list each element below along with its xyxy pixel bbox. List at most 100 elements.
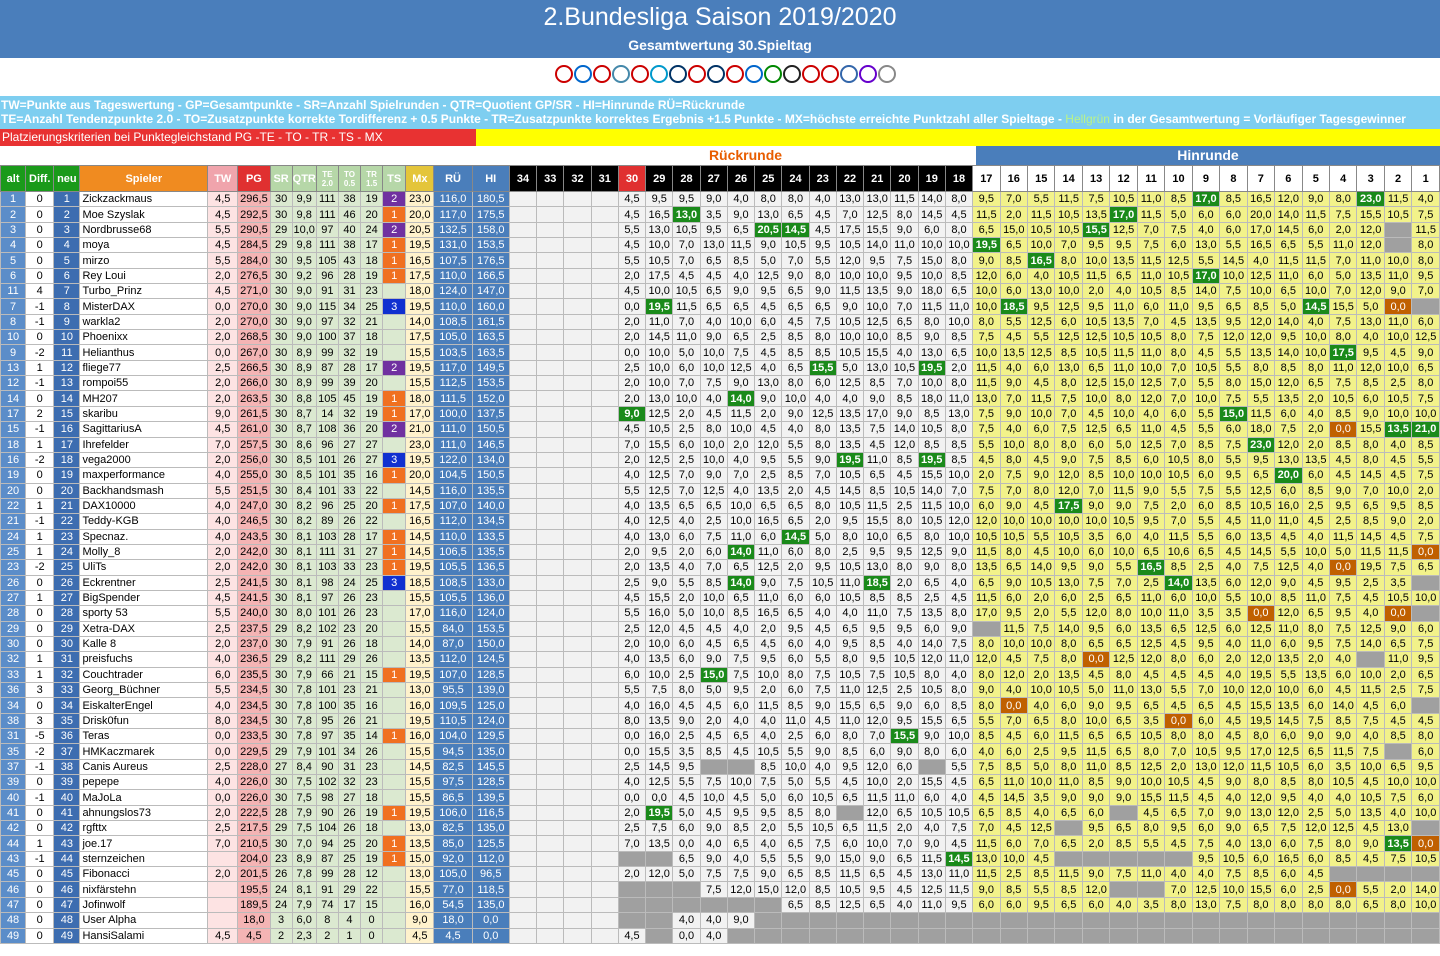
cell-h-15: 6,0 <box>1026 359 1056 377</box>
cell-h-16 <box>999 912 1029 929</box>
cell-pg: 292,5 <box>237 206 271 223</box>
cell-r-32 <box>563 743 592 760</box>
cell-h-16: 10,0 <box>999 513 1029 530</box>
cell-h-9: 4,0 <box>1191 866 1221 883</box>
cell-r-23: 8,0 <box>808 421 837 438</box>
cell-r-19 <box>917 927 946 944</box>
cell-h-6: 13,5 <box>1274 697 1303 714</box>
cell-r-24: 8,5 <box>781 329 810 346</box>
cell-h-3: 11,5 <box>1356 543 1385 561</box>
cell-qtr: 9,8 <box>291 237 317 254</box>
cell-qtr: 2,3 <box>291 927 317 944</box>
cell-r-30: 2,0 <box>617 804 647 822</box>
cell-h-13: 9,5 <box>1081 620 1111 637</box>
cell-h-8: 14,5 <box>1219 252 1248 269</box>
cell-r-26: 8,5 <box>726 252 756 269</box>
col-spieltag-9: 9 <box>1191 165 1221 192</box>
cell-h-7: 8,0 <box>1246 774 1276 791</box>
table-body: 1 0 1 Zickzackmaus 4,5 296,5 30 9,9 111 38 19 2 23,0… <box>0 190 1440 944</box>
cell-h-10: 5,0 <box>1164 206 1193 223</box>
cell-r-25: 4,0 <box>754 359 783 377</box>
cell-r-26: 4,0 <box>726 451 756 469</box>
cell-r-18: 12,0 <box>944 513 974 530</box>
cell-h-15: 14,0 <box>1026 559 1056 576</box>
cell-h-4: 8,0 <box>1328 190 1358 208</box>
cell-r-30 <box>617 912 647 929</box>
cell-hi: 166,5 <box>471 267 510 285</box>
cell-h-3: 8,0 <box>1356 436 1385 453</box>
cell-r-20: 11,0 <box>890 789 919 806</box>
cell-te: 115 <box>315 298 339 315</box>
cell-r-31 <box>590 651 619 668</box>
col-tr-sub: 1.5 <box>366 178 378 188</box>
cell-r-20: 8,0 <box>890 206 919 223</box>
cell-r-19: 6,0 <box>917 221 946 239</box>
cell-h-11 <box>1136 912 1166 929</box>
cell-diff: 0 <box>25 190 55 208</box>
cell-h-10: 2,0 <box>1164 758 1193 776</box>
cell-tr: 25 <box>360 574 384 591</box>
cell-to: 26 <box>337 451 362 469</box>
cell-r-30: 2,5 <box>617 620 647 637</box>
cell-h-15: 8,0 <box>1026 436 1056 453</box>
cell-r-32 <box>563 451 592 469</box>
cell-r-18: 6,5 <box>944 344 974 361</box>
cell-h-5: 2,0 <box>1301 436 1330 453</box>
cell-h-13: 7,5 <box>1081 190 1111 208</box>
cell-r-28: 5,0 <box>672 804 701 822</box>
cell-r-27: 8,5 <box>699 574 728 591</box>
cell-h-2: 4,5 <box>1383 528 1413 545</box>
table-row: 12 -1 13 rompoi55 2,0 266,0 30 8,9 99 39 20 15,5 112… <box>0 375 1440 392</box>
cell-neu: 6 <box>53 267 81 285</box>
cell-diff: 0 <box>25 866 55 883</box>
cell-te: 2 <box>315 927 339 944</box>
col-hi: HI <box>471 165 510 192</box>
cell-r-20: 4,5 <box>890 866 919 883</box>
cell-r-30: 0,0 <box>617 344 647 361</box>
cell-to: 4 <box>337 912 362 929</box>
cell-h-12: 13,5 <box>1109 313 1138 331</box>
cell-r-29 <box>645 927 674 944</box>
cell-h-15: 9,0 <box>1026 467 1056 484</box>
cell-r-31 <box>590 896 619 914</box>
cell-ts <box>382 605 407 622</box>
cell-h-16: 8,5 <box>999 758 1029 776</box>
cell-pg: 241,5 <box>237 589 271 607</box>
cell-h-6: 12,0 <box>1274 436 1303 453</box>
cell-diff: 0 <box>25 390 55 407</box>
cell-r-27: 6,5 <box>699 497 728 515</box>
cell-sr: 30 <box>269 436 293 453</box>
cell-r-23: 7,5 <box>808 681 837 699</box>
cell-r-23: 4,5 <box>808 712 837 730</box>
cell-hi: 118,5 <box>471 881 510 898</box>
club-logo-icon <box>744 65 763 83</box>
cell-r-32 <box>563 804 592 822</box>
cell-r-28: 6,5 <box>672 850 701 868</box>
cell-h-17: 9,0 <box>972 681 1001 699</box>
table-row: 47 0 47 Jofinwolf 189,5 24 7,9 74 17 15 16,0 54,5 13… <box>0 896 1440 914</box>
cell-r-26: 10,0 <box>726 313 756 331</box>
cell-r-28: 9,5 <box>672 758 701 776</box>
cell-h-13: 9,5 <box>1081 298 1111 315</box>
cell-r-23: 4,0 <box>808 635 837 653</box>
cell-h-5: 6,5 <box>1301 743 1330 760</box>
club-logo-icon <box>858 65 877 83</box>
cell-h-4: 7,0 <box>1328 252 1358 269</box>
cell-mx: 19,5 <box>405 666 435 684</box>
cell-r-28: 5,5 <box>672 774 701 791</box>
cell-r-21: 8,5 <box>863 635 892 653</box>
table-row: 35 -2 37 HMKaczmarek 0,0 229,5 29 7,9 101 34 26 15,… <box>0 743 1440 760</box>
cell-r-33 <box>536 835 565 852</box>
cell-alt: 9 <box>0 344 27 361</box>
table-row: 1 0 1 Zickzackmaus 4,5 296,5 30 9,9 111 38 19 2 23,0… <box>0 190 1440 208</box>
cell-tr: 16 <box>360 467 384 484</box>
club-logo-icon <box>592 65 611 83</box>
cell-r-18: 5,5 <box>944 758 974 776</box>
cell-r-27: 10,0 <box>699 359 728 377</box>
cell-h-17: 8,0 <box>972 313 1001 331</box>
cell-te: 101 <box>315 743 339 760</box>
cell-r-33 <box>536 574 565 591</box>
cell-r-19: 15,5 <box>917 712 946 730</box>
cell-h-10: 6,0 <box>1164 589 1193 607</box>
cell-r-18: 8,0 <box>944 375 974 392</box>
